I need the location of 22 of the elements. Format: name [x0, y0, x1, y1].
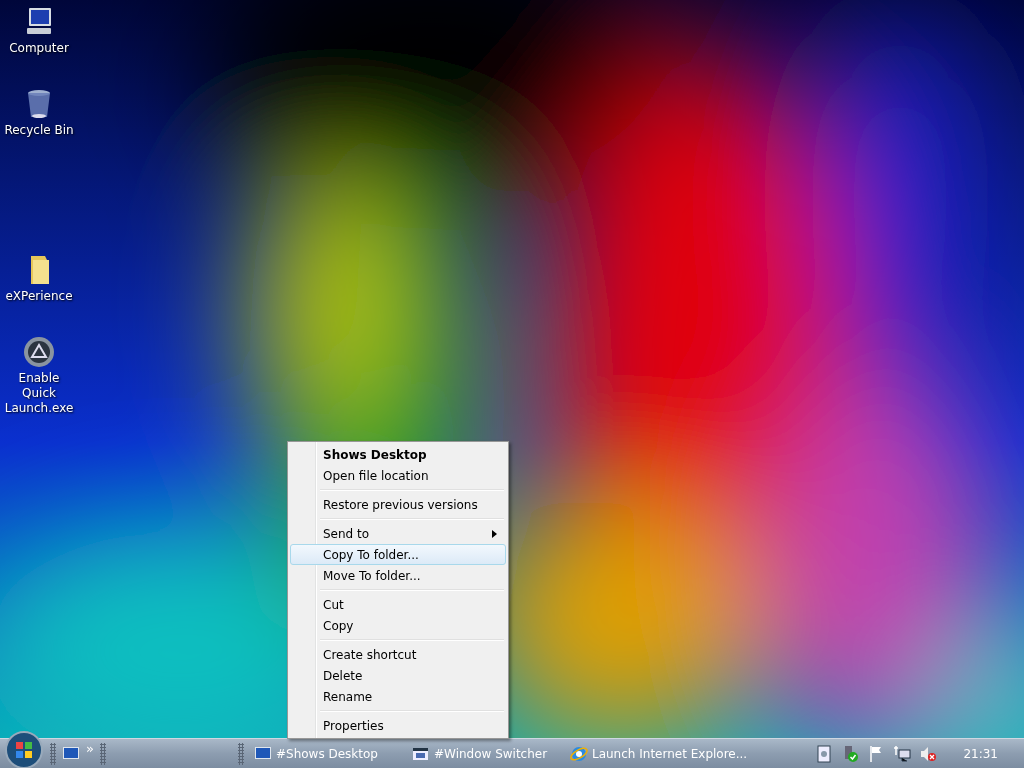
menu-item[interactable]: Open file location	[290, 465, 506, 486]
document-icon[interactable]	[815, 744, 834, 763]
menu-item[interactable]: Send to	[290, 523, 506, 544]
app-icon	[23, 336, 55, 368]
desktop-icon-label[interactable]: eXPerience	[5, 289, 73, 304]
menu-item[interactable]: Restore previous versions	[290, 494, 506, 515]
clock: 21:31	[963, 746, 998, 761]
menu-item[interactable]: Cut	[290, 594, 506, 615]
menu-item[interactable]: Properties	[290, 715, 506, 736]
menu-item[interactable]: Move To folder...	[290, 565, 506, 586]
menu-item[interactable]: Shows Desktop	[290, 444, 506, 465]
desktop-icon-label[interactable]: Recycle Bin	[4, 123, 74, 138]
desktop-icon-label[interactable]: Computer	[9, 41, 69, 56]
menu-item[interactable]: Copy To folder...	[290, 544, 506, 565]
menu-item[interactable]: Create shortcut	[290, 644, 506, 665]
browser-icon	[569, 744, 588, 763]
start-button[interactable]	[4, 729, 44, 768]
menu-item[interactable]: Copy	[290, 615, 506, 636]
menu-item[interactable]: Rename	[290, 686, 506, 707]
menu-item[interactable]: Delete	[290, 665, 506, 686]
network-icon[interactable]	[893, 744, 912, 763]
desktop-icon-label[interactable]: Enable Quick Launch.exe	[0, 371, 78, 416]
